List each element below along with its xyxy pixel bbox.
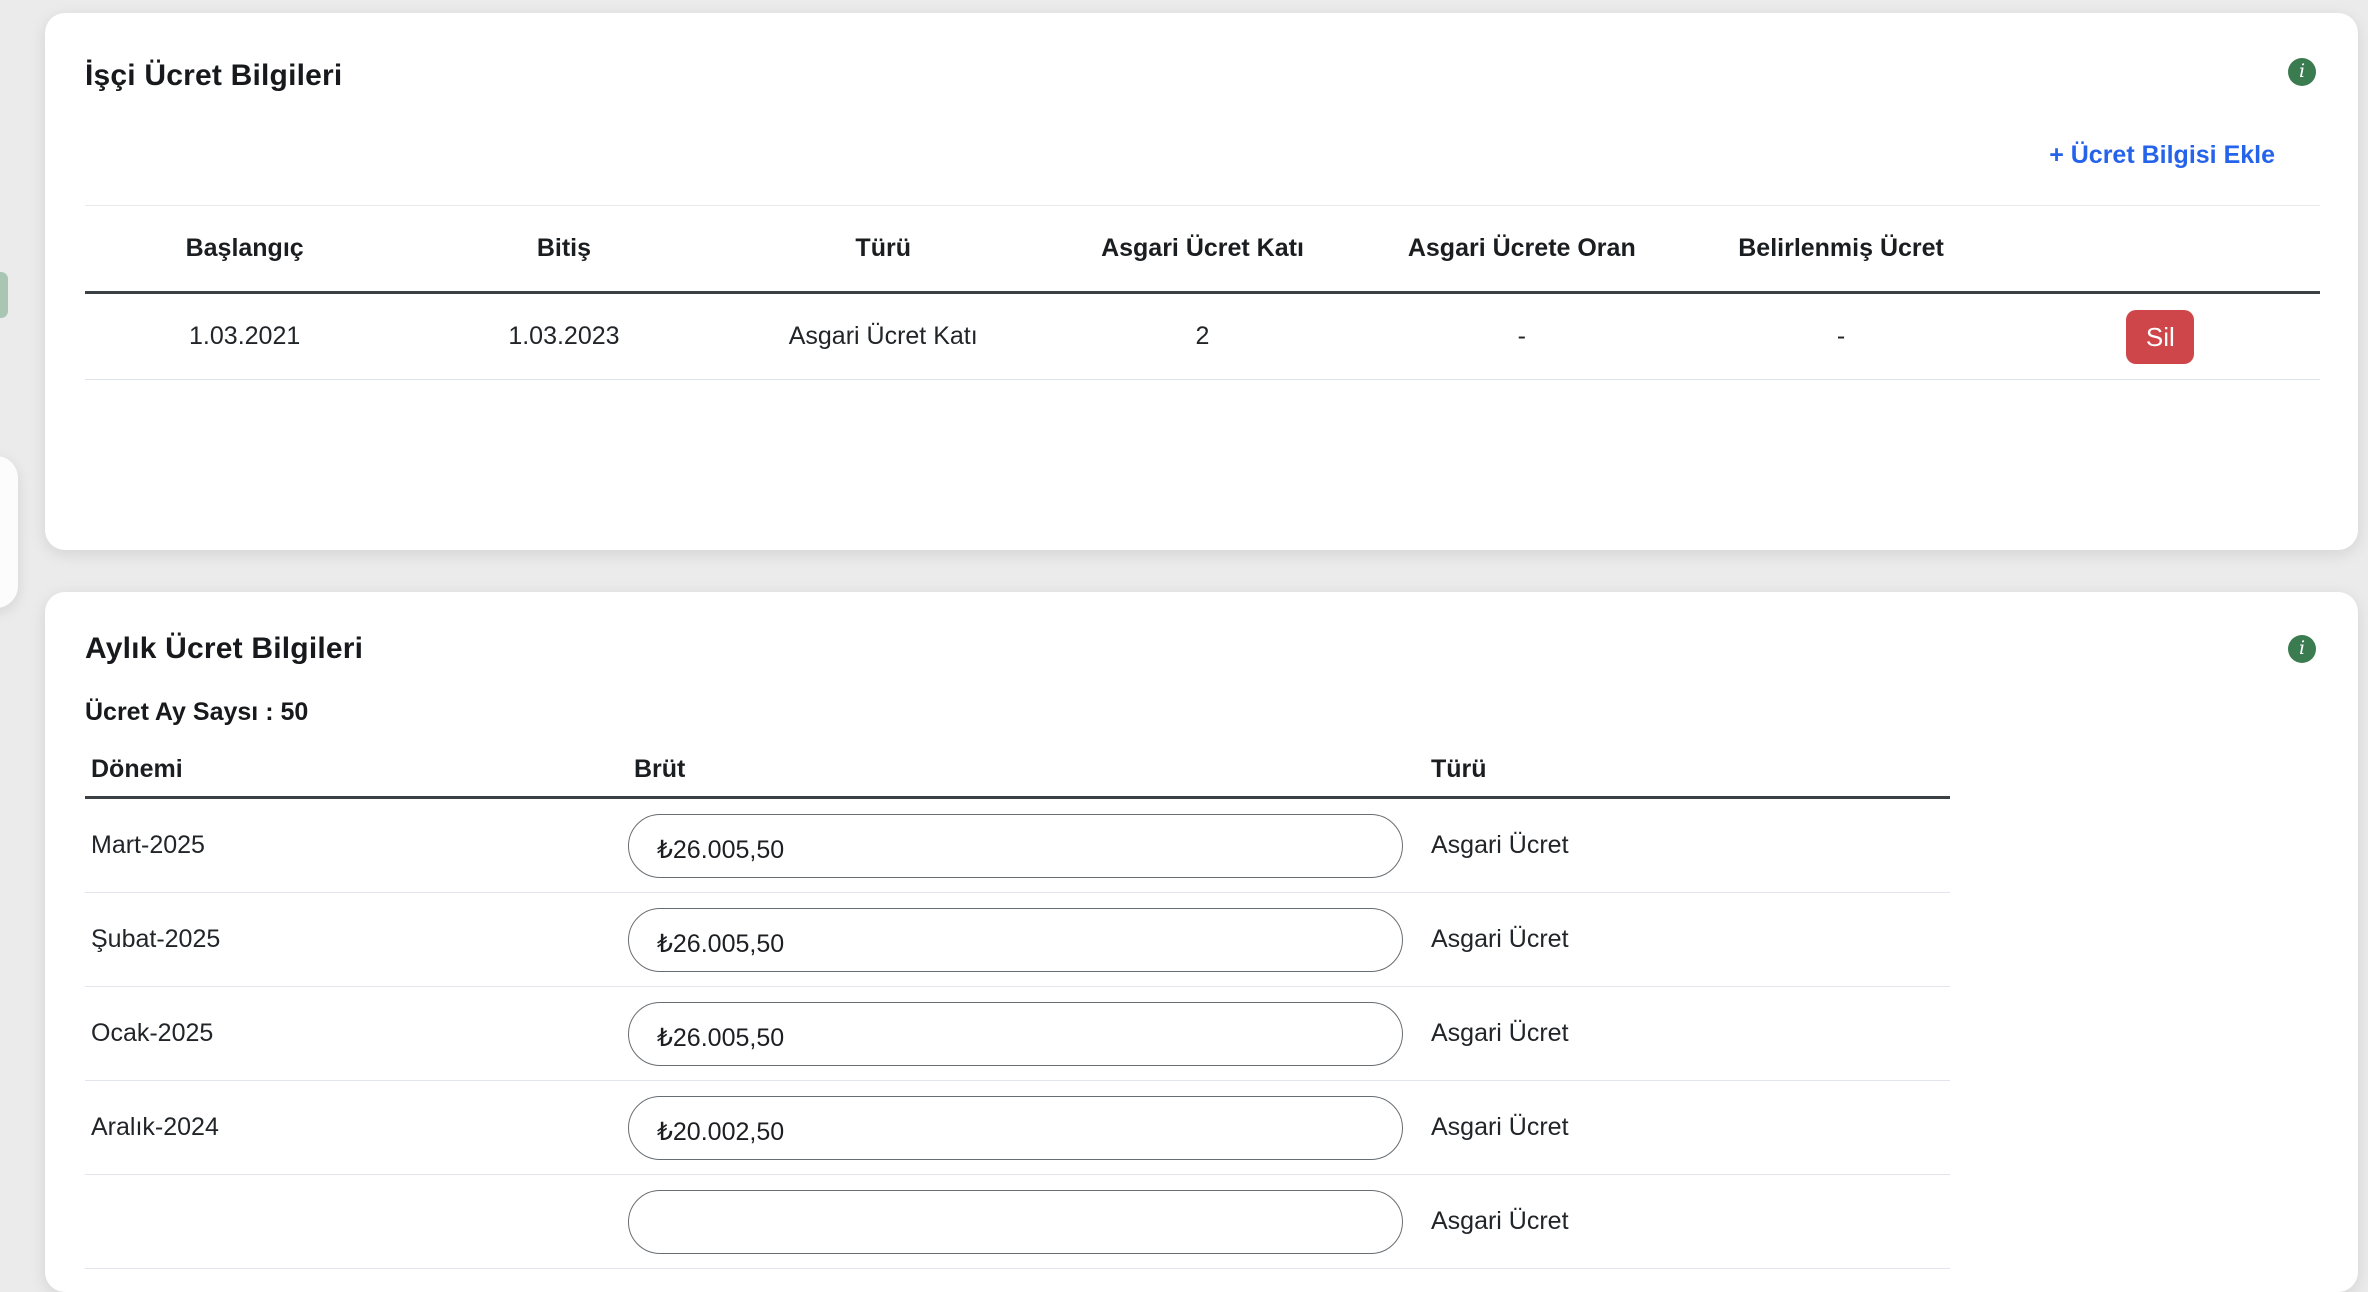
table-row: Asgari Ücret — [85, 1175, 1950, 1269]
wage-month-count-label: Ücret Ay Saysı : 50 — [85, 698, 308, 727]
monthly-wage-card: Aylık Ücret Bilgileri i Ücret Ay Saysı :… — [45, 592, 2358, 1292]
cell-gross — [628, 1096, 1425, 1160]
table-row: 1.03.2021 1.03.2023 Asgari Ücret Katı 2 … — [85, 294, 2320, 380]
cell-type: Asgari Ücret — [1425, 1113, 1950, 1142]
col-header-turu: Türü — [1425, 755, 1950, 784]
cell-gross — [628, 1002, 1425, 1066]
col-header-bitis: Bitiş — [404, 234, 723, 263]
worker-wage-card-title: İşçi Ücret Bilgileri — [85, 59, 342, 93]
cell-period: Aralık-2024 — [85, 1113, 628, 1142]
gross-wage-input[interactable] — [628, 908, 1403, 972]
cell-bitis: 1.03.2023 — [404, 322, 723, 351]
gross-wage-input[interactable] — [628, 814, 1403, 878]
info-icon[interactable]: i — [2288, 58, 2316, 86]
gross-wage-input[interactable] — [628, 1190, 1403, 1254]
cell-gross — [628, 814, 1425, 878]
table-row: Aralık-2024 Asgari Ücret — [85, 1081, 1950, 1175]
cell-period: Ocak-2025 — [85, 1019, 628, 1048]
add-wage-info-link[interactable]: + Ücret Bilgisi Ekle — [2049, 141, 2275, 170]
cell-actions: Sil — [2001, 310, 2320, 364]
worker-wage-table-header: Başlangıç Bitiş Türü Asgari Ücret Katı A… — [85, 206, 2320, 294]
cell-baslangic: 1.03.2021 — [85, 322, 404, 351]
cell-type: Asgari Ücret — [1425, 1019, 1950, 1048]
cell-period: Mart-2025 — [85, 831, 628, 860]
cell-period: Şubat-2025 — [85, 925, 628, 954]
cell-gross — [628, 908, 1425, 972]
info-icon[interactable]: i — [2288, 635, 2316, 663]
cell-belirlenmis-ucret: - — [1681, 322, 2000, 351]
cell-type: Asgari Ücret — [1425, 1207, 1950, 1236]
monthly-table-header: Dönemi Brüt Türü — [85, 743, 1950, 799]
cell-type: Asgari Ücret — [1425, 925, 1950, 954]
cell-asgari-ucrete-oran: - — [1362, 322, 1681, 351]
col-header-turu: Türü — [724, 234, 1043, 263]
col-header-baslangic: Başlangıç — [85, 234, 404, 263]
col-header-asgari-ucrete-oran: Asgari Ücrete Oran — [1362, 234, 1681, 263]
gross-wage-input[interactable] — [628, 1002, 1403, 1066]
col-header-brut: Brüt — [628, 755, 1425, 784]
cell-type: Asgari Ücret — [1425, 831, 1950, 860]
left-edge-partial-pill — [0, 272, 8, 318]
gross-wage-input[interactable] — [628, 1096, 1403, 1160]
col-header-belirlenmis-ucret: Belirlenmiş Ücret — [1681, 234, 2000, 263]
cell-asgari-ucret-kati: 2 — [1043, 322, 1362, 351]
worker-wage-table: Başlangıç Bitiş Türü Asgari Ücret Katı A… — [85, 205, 2320, 380]
monthly-wage-card-title: Aylık Ücret Bilgileri — [85, 632, 363, 666]
cell-gross — [628, 1190, 1425, 1254]
col-header-asgari-ucret-kati: Asgari Ücret Katı — [1043, 234, 1362, 263]
worker-wage-card: İşçi Ücret Bilgileri i + Ücret Bilgisi E… — [45, 13, 2358, 550]
monthly-wage-table: Dönemi Brüt Türü Mart-2025 Asgari Ücret … — [85, 743, 1950, 1269]
cell-turu: Asgari Ücret Katı — [724, 322, 1043, 351]
table-row: Şubat-2025 Asgari Ücret — [85, 893, 1950, 987]
table-row: Mart-2025 Asgari Ücret — [85, 799, 1950, 893]
col-header-donemi: Dönemi — [85, 755, 628, 784]
left-edge-partial-card — [0, 456, 18, 608]
delete-button[interactable]: Sil — [2126, 310, 2194, 364]
table-row: Ocak-2025 Asgari Ücret — [85, 987, 1950, 1081]
